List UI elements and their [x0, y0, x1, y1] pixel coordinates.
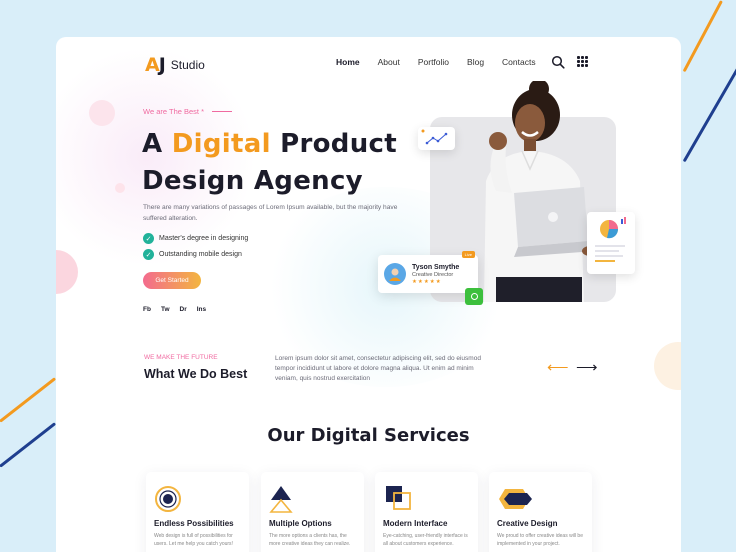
- target-circle-icon: [155, 486, 181, 512]
- headline-rest: Product: [280, 129, 397, 159]
- decorative-navy-line-top: [682, 48, 736, 163]
- section-title: What We Do Best: [144, 367, 248, 381]
- decorative-dot: [654, 342, 681, 390]
- service-name: Creative Design: [497, 519, 558, 528]
- section-text: Lorem ipsum dolor sit amet, consectetur …: [275, 355, 481, 382]
- services-title: Our Digital Services: [267, 425, 470, 446]
- nav-item-contacts[interactable]: Contacts: [502, 57, 536, 67]
- check-item: ✓ Master's degree in designing: [143, 233, 248, 244]
- profile-info: Tyson Smythe Creative Director ★★★★★: [412, 264, 459, 285]
- profile-card[interactable]: Live Tyson Smythe Creative Director ★★★★…: [378, 251, 478, 293]
- pie-chart-icon: [595, 217, 626, 262]
- decorative-dot: [115, 183, 125, 193]
- floating-pie-card: [587, 212, 635, 274]
- search-icon[interactable]: [551, 55, 565, 69]
- nav-item-home[interactable]: Home: [336, 57, 360, 67]
- social-dribbble-link[interactable]: Dr: [180, 306, 187, 313]
- menu-grid-icon[interactable]: [577, 56, 588, 67]
- logo-mark: AJ: [145, 54, 166, 76]
- decorative-orange-line-bottom: [0, 377, 57, 423]
- profile-role: Creative Director: [412, 271, 454, 278]
- check-item-label: Outstanding mobile design: [159, 251, 242, 258]
- check-icon: ✓: [143, 233, 154, 244]
- main-nav: Home About Portfolio Blog Contacts: [336, 57, 536, 67]
- next-arrow-icon[interactable]: ⟶: [576, 360, 598, 375]
- decorative-navy-line-bottom: [0, 422, 57, 468]
- live-badge: Live: [461, 251, 475, 258]
- landing-page-card: AJ Studio Home About Portfolio Blog Cont…: [56, 37, 681, 552]
- hero-eyebrow: We are The Best *: [143, 107, 233, 116]
- service-card[interactable]: Endless Possibilities Web design is full…: [146, 472, 249, 552]
- headline-line2: Design Agency: [142, 166, 363, 196]
- hero-eyebrow-text: We are The Best *: [143, 107, 205, 116]
- user-avatar-icon: [389, 268, 401, 281]
- social-twitter-link[interactable]: Tw: [161, 306, 170, 313]
- nav-item-about[interactable]: About: [378, 57, 400, 67]
- decorative-dot: [89, 100, 115, 126]
- service-card[interactable]: Modern Interface Eye-catching, user-frie…: [375, 472, 478, 552]
- previous-arrow-icon[interactable]: ⟵: [547, 360, 569, 375]
- floating-graph-card: [418, 127, 455, 150]
- nav-item-portfolio[interactable]: Portfolio: [418, 57, 449, 67]
- profile-name: Tyson Smythe: [412, 263, 460, 271]
- hexagon-icon: [499, 489, 532, 509]
- get-started-button[interactable]: Get Started: [143, 272, 201, 289]
- service-description: Eye-catching, user-friendly interface is…: [383, 533, 468, 547]
- social-links: Fb Tw Dr Ins: [143, 306, 206, 313]
- line-graph-icon: [421, 129, 448, 145]
- record-chip-icon: [465, 288, 483, 305]
- service-card[interactable]: Creative Design We proud to offer creati…: [489, 472, 592, 552]
- hero-description: There are many variations of passages of…: [143, 204, 398, 222]
- service-description: We proud to offer creative ideas will be…: [497, 533, 583, 547]
- headline-prefix: A: [142, 129, 163, 159]
- check-item-label: Master's degree in designing: [159, 235, 249, 242]
- brand-logo[interactable]: AJ Studio: [145, 54, 205, 76]
- eyebrow-line: [212, 111, 233, 112]
- social-facebook-link[interactable]: Fb: [143, 306, 151, 313]
- brand-name: Studio: [170, 58, 205, 72]
- nav-item-blog[interactable]: Blog: [467, 57, 484, 67]
- service-name: Multiple Options: [269, 519, 332, 528]
- avatar: [384, 263, 406, 285]
- service-name: Modern Interface: [383, 519, 448, 528]
- section-eyebrow: WE MAKE THE FUTURE: [144, 354, 218, 361]
- rating-stars: ★★★★★: [412, 278, 442, 285]
- service-card[interactable]: Multiple Options The more options a clie…: [261, 472, 364, 552]
- hero-person-illustration: [484, 81, 598, 302]
- social-instagram-link[interactable]: Ins: [197, 306, 206, 313]
- check-item: ✓ Outstanding mobile design: [143, 249, 242, 260]
- hero-headline: A Digital Product Design Agency: [142, 126, 397, 200]
- service-description: Web design is full of possibilities for …: [154, 533, 233, 547]
- service-name: Endless Possibilities: [154, 519, 234, 528]
- service-description: The more options a clients has, the more…: [269, 533, 351, 547]
- overlapping-squares-icon: [386, 486, 411, 510]
- headline-highlight: Digital: [171, 129, 271, 159]
- decorative-dot: [56, 250, 78, 294]
- triangle-icon: [269, 486, 293, 513]
- decorative-orange-line-top: [682, 0, 723, 73]
- check-icon: ✓: [143, 249, 154, 260]
